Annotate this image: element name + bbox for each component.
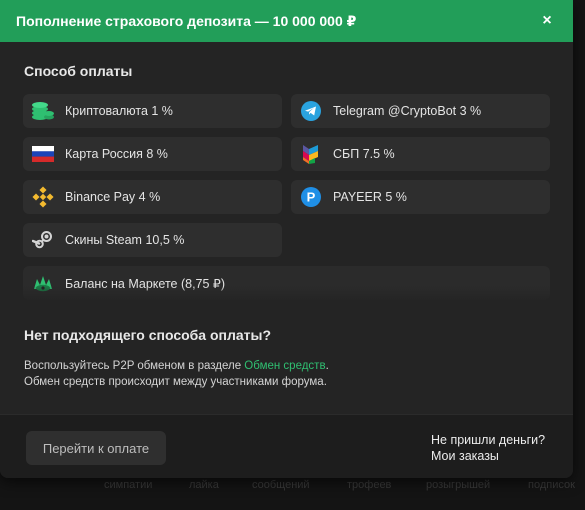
modal-footer: Перейти к оплате Не пришли деньги? Мои з… (0, 414, 573, 478)
no-method-description: Воспользуйтесь P2P обменом в разделе Обм… (24, 359, 504, 390)
go-to-payment-button[interactable]: Перейти к оплате (26, 431, 166, 465)
my-orders-link[interactable]: Мои заказы (431, 448, 545, 464)
method-label: Скины Steam 10,5 % (65, 233, 185, 247)
bg-stat-label: розыгрышей (426, 479, 491, 491)
method-steam[interactable]: Скины Steam 10,5 % (23, 223, 282, 257)
desc-text: . (325, 360, 329, 372)
no-method-title: Нет подходящего способа оплаты? (24, 327, 272, 343)
method-label: PAYEER 5 % (333, 190, 407, 204)
binance-icon (31, 185, 55, 209)
method-sbp[interactable]: СБП 7.5 % (291, 137, 550, 171)
bg-stat-label: трофеев (347, 479, 392, 491)
sbp-icon (299, 142, 323, 166)
list-fade-overlay (16, 286, 556, 302)
bg-stat-label: сообщений (252, 479, 310, 491)
payment-section-title: Способ оплаты (24, 63, 133, 79)
telegram-icon (299, 99, 323, 123)
russia-flag-icon (31, 142, 55, 166)
method-label: Карта Россия 8 % (65, 147, 168, 161)
method-label: Telegram @CryptoBot 3 % (333, 104, 482, 118)
method-payeer[interactable]: P PAYEER 5 % (291, 180, 550, 214)
desc-text: Обмен средств происходит между участника… (24, 375, 327, 388)
modal-header: Пополнение страхового депозита — 10 000 … (0, 0, 573, 42)
no-money-link[interactable]: Не пришли деньги? (431, 432, 545, 448)
method-label: Binance Pay 4 % (65, 190, 161, 204)
bg-stat-label: лайка (189, 479, 219, 491)
payeer-icon: P (299, 185, 323, 209)
desc-text: Воспользуйтесь P2P обменом в разделе (24, 360, 245, 372)
method-label: СБП 7.5 % (333, 147, 395, 161)
bg-stat-label: подписок (528, 479, 575, 491)
method-telegram[interactable]: Telegram @CryptoBot 3 % (291, 94, 550, 128)
method-binance[interactable]: Binance Pay 4 % (23, 180, 282, 214)
steam-icon (31, 228, 55, 252)
coins-icon (31, 99, 55, 123)
modal-title: Пополнение страхового депозита — 10 000 … (16, 12, 357, 29)
method-label: Криптовалюта 1 % (65, 104, 173, 118)
method-crypto[interactable]: Криптовалюта 1 % (23, 94, 282, 128)
bg-stat-label: симпатии (104, 479, 153, 491)
close-button[interactable]: × (539, 12, 555, 30)
method-card-russia[interactable]: Карта Россия 8 % (23, 137, 282, 171)
svg-text:P: P (307, 190, 316, 205)
exchange-link[interactable]: Обмен средств (244, 360, 325, 372)
deposit-modal: Пополнение страхового депозита — 10 000 … (0, 0, 573, 478)
footer-links: Не пришли деньги? Мои заказы (431, 432, 545, 464)
